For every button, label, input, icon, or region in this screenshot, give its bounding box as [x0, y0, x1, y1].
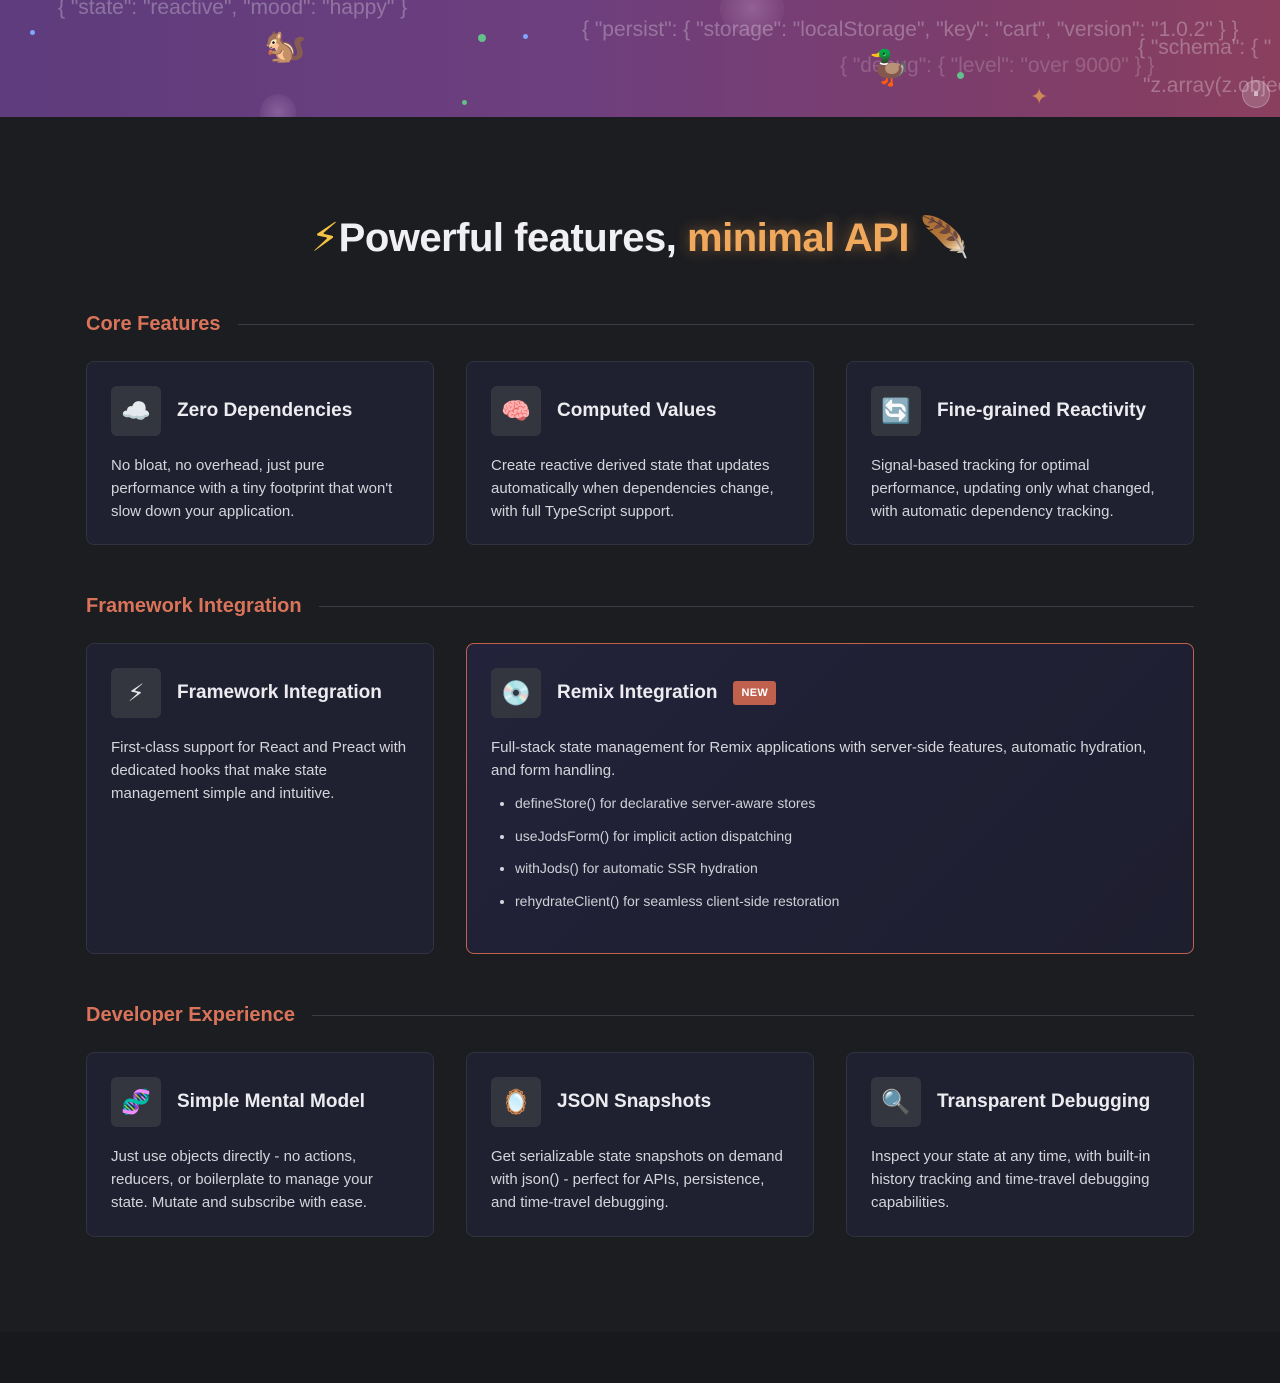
card-description: No bloat, no overhead, just pure perform… [111, 457, 393, 520]
card-description: Full-stack state management for Remix ap… [491, 739, 1147, 779]
card-title: Fine-grained Reactivity [937, 400, 1147, 421]
hero-code-snippet: { "schema": { " [1138, 36, 1272, 59]
dna-icon: 🧬 [111, 1077, 161, 1127]
squirrel-icon: 🐿️ [264, 27, 307, 65]
feature-card-computed-values: 🧠 Computed Values Create reactive derive… [466, 361, 814, 545]
sparkle-star-icon: ✦ [1030, 84, 1049, 109]
section-divider [312, 1014, 1194, 1016]
pause-animation-button[interactable]: ⏸ [1242, 80, 1270, 108]
card-description: Just use objects directly - no actions, … [111, 1148, 373, 1211]
magnifier-icon: 🔍 [871, 1077, 921, 1127]
sparkle-dot [478, 34, 486, 42]
card-description: First-class support for React and Preact… [111, 739, 407, 802]
hero-code-snippet: { "state": "reactive", "mood": "happy" } [58, 0, 408, 19]
feature-card-framework-integration: ⚡ Framework Integration First-class supp… [86, 643, 434, 954]
feature-card-simple-mental-model: 🧬 Simple Mental Model Just use objects d… [86, 1052, 434, 1237]
section-divider [318, 605, 1194, 607]
hero-banner: ✦ { "state": "reactive", "mood": "happy"… [0, 0, 1280, 117]
card-description: Get serializable state snapshots on dema… [491, 1148, 783, 1211]
feature-card-remix-integration: 💿 Remix Integration NEW Full-stack state… [466, 643, 1194, 954]
cloud-icon: ☁️ [111, 386, 161, 436]
new-badge: NEW [733, 681, 777, 705]
card-title: Transparent Debugging [937, 1091, 1151, 1112]
list-item: rehydrateClient() for seamless client-si… [515, 892, 1169, 910]
sparkle-dot [462, 100, 467, 105]
section-title: Developer Experience [86, 1003, 295, 1026]
card-description: Signal-based tracking for optimal perfor… [871, 457, 1155, 520]
section-title: Core Features [86, 312, 221, 335]
feature-card-fine-grained-reactivity: 🔄 Fine-grained Reactivity Signal-based t… [846, 361, 1194, 545]
section-title: Framework Integration [86, 594, 302, 617]
card-title: JSON Snapshots [557, 1091, 712, 1112]
page-title: ⚡Powerful features, minimal API 🪶 [0, 214, 1280, 261]
list-item: useJodsForm() for implicit action dispat… [515, 827, 1169, 845]
bubble-decoration [260, 94, 296, 117]
refresh-icon: 🔄 [871, 386, 921, 436]
brain-icon: 🧠 [491, 386, 541, 436]
list-item: withJods() for automatic SSR hydration [515, 859, 1169, 877]
section-header-developer-experience: Developer Experience [86, 1003, 1194, 1027]
page-title-accent: minimal API [687, 216, 909, 260]
feature-card-zero-dependencies: ☁️ Zero Dependencies No bloat, no overhe… [86, 361, 434, 545]
lightning-icon: ⚡ [311, 216, 339, 260]
mirror-icon: 🪞 [491, 1077, 541, 1127]
duck-icon: 🦆 [868, 49, 911, 87]
sparkle-dot [30, 30, 35, 35]
feather-icon: 🪶 [919, 216, 970, 260]
card-title: Remix Integration [557, 682, 718, 703]
card-description: Create reactive derived state that updat… [491, 457, 774, 520]
card-description: Inspect your state at any time, with bui… [871, 1148, 1151, 1211]
sparkle-dot [523, 34, 528, 39]
list-item: defineStore() for declarative server-awa… [515, 794, 1169, 812]
card-title: Computed Values [557, 400, 717, 421]
card-title: Framework Integration [177, 682, 382, 703]
disc-icon: 💿 [491, 668, 541, 718]
footer-strip [0, 1332, 1280, 1383]
card-title: Zero Dependencies [177, 400, 353, 421]
section-divider [237, 323, 1194, 325]
feature-card-transparent-debugging: 🔍 Transparent Debugging Inspect your sta… [846, 1052, 1194, 1237]
card-title: Simple Mental Model [177, 1091, 365, 1112]
lightning-icon: ⚡ [111, 668, 161, 718]
section-header-core-features: Core Features [86, 312, 1194, 336]
feature-card-json-snapshots: 🪞 JSON Snapshots Get serializable state … [466, 1052, 814, 1237]
page-title-text: Powerful features, [338, 216, 677, 260]
feature-bullet-list: defineStore() for declarative server-awa… [491, 794, 1169, 910]
section-header-framework-integration: Framework Integration [86, 594, 1194, 618]
